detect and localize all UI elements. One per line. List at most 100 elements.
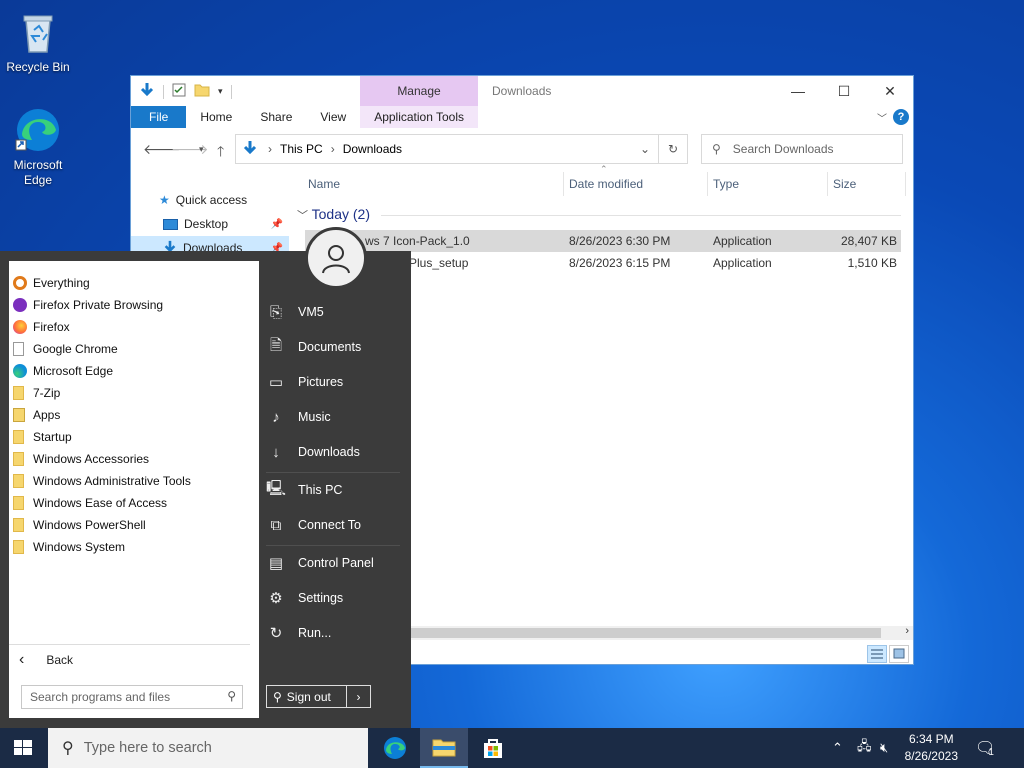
details-view-icon[interactable] <box>867 645 887 663</box>
program-startup[interactable]: Startup <box>9 426 259 448</box>
start-item-label: Run... <box>298 626 332 640</box>
network-icon[interactable]: 🖧 <box>857 728 872 768</box>
help-button[interactable]: ? <box>893 109 909 125</box>
power-options-chevron-icon[interactable]: › <box>347 690 370 704</box>
program-windows-system[interactable]: Windows System <box>9 536 259 558</box>
taskbar-edge[interactable] <box>371 728 419 768</box>
scroll-right-chevron-icon[interactable]: › <box>905 625 909 637</box>
program-label: Firefox Private Browsing <box>33 298 164 312</box>
column-date-modified[interactable]: Date modified <box>569 177 643 191</box>
search-programs-input[interactable]: Search programs and files ⚲ <box>21 685 243 709</box>
sign-out-label-area[interactable]: ⚲ Sign out <box>267 686 347 707</box>
file-size: 28,407 KB <box>840 234 897 248</box>
taskbar-search-input[interactable]: ⚲ Type here to search <box>48 728 368 768</box>
windows-logo-icon <box>14 740 32 755</box>
program-windows-ease-of-access[interactable]: Windows Ease of Access <box>9 492 259 514</box>
start-item-run[interactable]: ↻ Run... <box>266 618 332 648</box>
nav-quick-access[interactable]: ★ Quick access <box>131 188 289 212</box>
store-bag-icon <box>484 739 502 758</box>
desktop-icon-microsoft-edge[interactable]: Microsoft Edge <box>3 106 73 188</box>
start-item-settings[interactable]: ⚙ Settings <box>266 583 343 613</box>
file-row[interactable]: ws 7 Icon-Pack_1.0 8/26/2023 6:30 PM App… <box>305 230 901 252</box>
taskbar-file-explorer[interactable] <box>420 728 468 768</box>
column-size[interactable]: Size <box>833 177 856 191</box>
close-icon[interactable]: ✕ <box>867 76 913 106</box>
edge-icon <box>384 737 406 759</box>
file-size: 1,510 KB <box>847 256 897 270</box>
program-everything[interactable]: Everything <box>9 272 259 294</box>
recent-locations-chevron-icon[interactable]: ▾ <box>199 144 204 155</box>
tab-view[interactable]: View <box>306 106 360 128</box>
tab-manage[interactable]: Manage <box>360 76 478 107</box>
pin-icon[interactable]: 📌 <box>271 219 283 230</box>
program-windows-administrative-tools[interactable]: Windows Administrative Tools <box>9 470 259 492</box>
large-icons-view-icon[interactable] <box>889 645 909 663</box>
program-apps[interactable]: Apps <box>9 404 259 426</box>
chevron-left-icon: ‹ <box>19 650 25 668</box>
new-folder-icon[interactable] <box>194 83 210 100</box>
program-windows-accessories[interactable]: Windows Accessories <box>9 448 259 470</box>
back-label: Back <box>46 652 74 667</box>
up-arrow-icon[interactable]: 🡑 <box>217 141 224 165</box>
nav-desktop[interactable]: Desktop 📌 <box>131 212 289 236</box>
column-divider[interactable] <box>827 172 828 196</box>
sort-chevron-icon: ⌃ <box>600 164 608 174</box>
address-bar[interactable]: › This PC › Downloads ⌄ <box>235 134 659 164</box>
file-date: 8/26/2023 6:15 PM <box>569 256 671 270</box>
sign-out-button[interactable]: ⚲ Sign out › <box>266 685 371 708</box>
program-windows-powershell[interactable]: Windows PowerShell <box>9 514 259 536</box>
tab-home[interactable]: Home <box>186 106 246 128</box>
minimize-icon[interactable]: — <box>775 76 821 106</box>
customize-qat-chevron-icon[interactable]: ▾ <box>218 86 223 97</box>
refresh-button[interactable]: ↻ <box>658 134 688 164</box>
folder-icon <box>13 386 24 400</box>
program-google-chrome[interactable]: Google Chrome <box>9 338 259 360</box>
show-hidden-icons-chevron-icon[interactable]: ⌃ <box>832 728 843 768</box>
start-item-music[interactable]: ♪ Music <box>266 402 330 432</box>
breadcrumb-downloads[interactable]: Downloads <box>343 142 402 156</box>
network-icon: ⧉ <box>270 516 282 534</box>
notifications-button[interactable]: 🗨 1 <box>975 728 995 768</box>
taskbar-clock[interactable]: 6:34 PM 8/26/2023 <box>905 731 958 765</box>
column-type[interactable]: Type <box>713 177 739 191</box>
start-button[interactable] <box>0 728 48 768</box>
column-divider[interactable] <box>707 172 708 196</box>
file-type: Application <box>713 256 772 270</box>
start-item-documents[interactable]: 🗎 Documents <box>266 332 361 362</box>
expand-ribbon-chevron-icon[interactable]: ﹀ <box>877 110 887 125</box>
download-arrow-icon[interactable] <box>139 82 155 101</box>
maximize-icon[interactable]: ☐ <box>821 76 867 106</box>
search-downloads-input[interactable]: ⚲ Search Downloads <box>701 134 903 164</box>
start-item-control-panel[interactable]: ▤ Control Panel <box>266 548 374 578</box>
search-icon: ⚲ <box>62 740 74 757</box>
program-firefox[interactable]: Firefox <box>9 316 259 338</box>
address-dropdown-chevron-icon[interactable]: ⌄ <box>640 142 650 156</box>
program-firefox-private-browsing[interactable]: Firefox Private Browsing <box>9 294 259 316</box>
column-name[interactable]: Name <box>308 177 340 191</box>
breadcrumb-this-pc[interactable]: This PC <box>280 142 323 156</box>
tab-share[interactable]: Share <box>246 106 306 128</box>
taskbar-microsoft-store[interactable] <box>469 728 517 768</box>
start-item-pictures[interactable]: ▭ Pictures <box>266 367 343 397</box>
program-7-zip[interactable]: 7-Zip <box>9 382 259 404</box>
separator <box>163 84 164 99</box>
start-item-this-pc[interactable]: 🖳 This PC <box>266 475 342 505</box>
volume-muted-icon[interactable]: 🔇︎ <box>880 728 888 768</box>
tab-file[interactable]: File <box>131 106 187 128</box>
ribbon-tabs: File Home Share View Application Tools <box>131 106 913 128</box>
group-header-today[interactable]: ﹀ Today (2) <box>297 206 370 223</box>
column-divider[interactable] <box>563 172 564 196</box>
desktop-icon-recycle-bin[interactable]: Recycle Bin <box>3 8 73 74</box>
title-bar: ▾ Manage Downloads — ☐ ✕ File Home Share… <box>131 76 913 128</box>
properties-icon[interactable] <box>172 83 186 100</box>
tab-application-tools[interactable]: Application Tools <box>360 106 479 128</box>
program-microsoft-edge[interactable]: Microsoft Edge <box>9 360 259 382</box>
start-item-downloads[interactable]: ↓ Downloads <box>266 437 360 467</box>
music-note-icon: ♪ <box>272 408 280 426</box>
back-button[interactable]: ‹ Back <box>9 644 250 674</box>
recycle-bin-icon <box>14 8 62 56</box>
column-divider[interactable] <box>905 172 906 196</box>
user-avatar[interactable] <box>305 227 367 289</box>
start-item-user[interactable]: ⎘ VM5 <box>266 297 324 327</box>
start-item-connect-to[interactable]: ⧉ Connect To <box>266 510 361 540</box>
